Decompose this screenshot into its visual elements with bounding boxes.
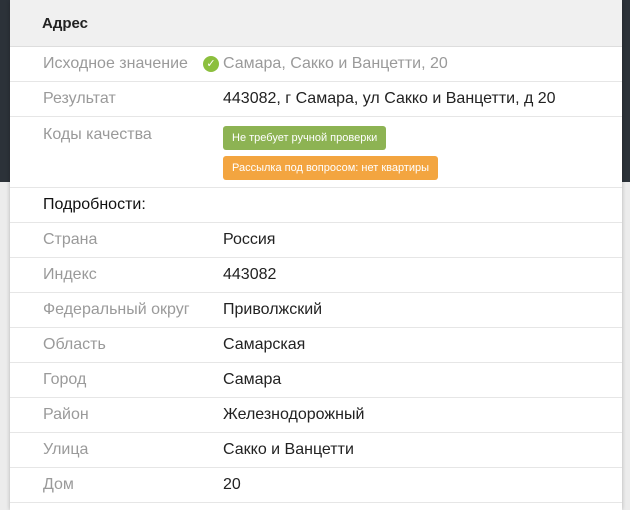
detail-row-street: Улица Сакко и Ванцетти xyxy=(10,433,622,468)
card-title: Адрес xyxy=(42,14,89,32)
address-card: Адрес Исходное значение ✓ Самара, Сакко … xyxy=(10,0,622,510)
detail-value: Сакко и Ванцетти xyxy=(223,441,354,458)
check-circle-icon: ✓ xyxy=(203,56,219,72)
detail-value: Самарская xyxy=(223,336,306,353)
detail-value: Самара xyxy=(223,371,282,388)
quality-badges: Не требует ручной проверки Рассылка под … xyxy=(223,126,439,180)
quality-badge-mailing: Рассылка под вопросом: нет квартиры xyxy=(223,156,439,180)
detail-row-house: Дом 20 xyxy=(10,468,622,503)
detail-value: Россия xyxy=(223,231,276,248)
source-value-wrap: ✓ Самара, Сакко и Ванцетти, 20 xyxy=(203,55,448,73)
detail-row-country: Страна Россия xyxy=(10,223,622,258)
detail-label: Дом xyxy=(43,476,74,493)
card-header: Адрес xyxy=(10,0,622,47)
detail-value: 20 xyxy=(223,476,241,493)
details-heading: Подробности: xyxy=(10,188,622,223)
detail-row-region: Область Самарская xyxy=(10,328,622,363)
detail-row-index: Индекс 443082 xyxy=(10,258,622,293)
detail-label: Район xyxy=(43,406,89,423)
detail-value: Приволжский xyxy=(223,301,323,318)
result-value: 443082, г Самара, ул Сакко и Ванцетти, д… xyxy=(223,90,556,107)
detail-value: 443082 xyxy=(223,266,277,283)
result-label: Результат xyxy=(43,90,116,107)
detail-row-district: Район Железнодорожный xyxy=(10,398,622,433)
details-title: Подробности: xyxy=(43,196,146,213)
quality-label: Коды качества xyxy=(43,126,152,143)
source-label: Исходное значение xyxy=(43,55,188,72)
result-row: Результат 443082, г Самара, ул Сакко и В… xyxy=(10,82,622,117)
detail-value: Железнодорожный xyxy=(223,406,365,423)
detail-label: Область xyxy=(43,336,106,353)
detail-label: Федеральный округ xyxy=(43,301,190,318)
detail-label: Индекс xyxy=(43,266,97,283)
quality-badge-manual-check: Не требует ручной проверки xyxy=(223,126,387,150)
detail-label: Страна xyxy=(43,231,98,248)
source-row: Исходное значение ✓ Самара, Сакко и Ванц… xyxy=(10,47,622,82)
detail-label: Город xyxy=(43,371,87,388)
quality-row: Коды качества Не требует ручной проверки… xyxy=(10,117,622,188)
detail-label: Улица xyxy=(43,441,89,458)
detail-row-city: Город Самара xyxy=(10,363,622,398)
detail-row-federal-district: Федеральный округ Приволжский xyxy=(10,293,622,328)
source-value: Самара, Сакко и Ванцетти, 20 xyxy=(223,55,448,72)
